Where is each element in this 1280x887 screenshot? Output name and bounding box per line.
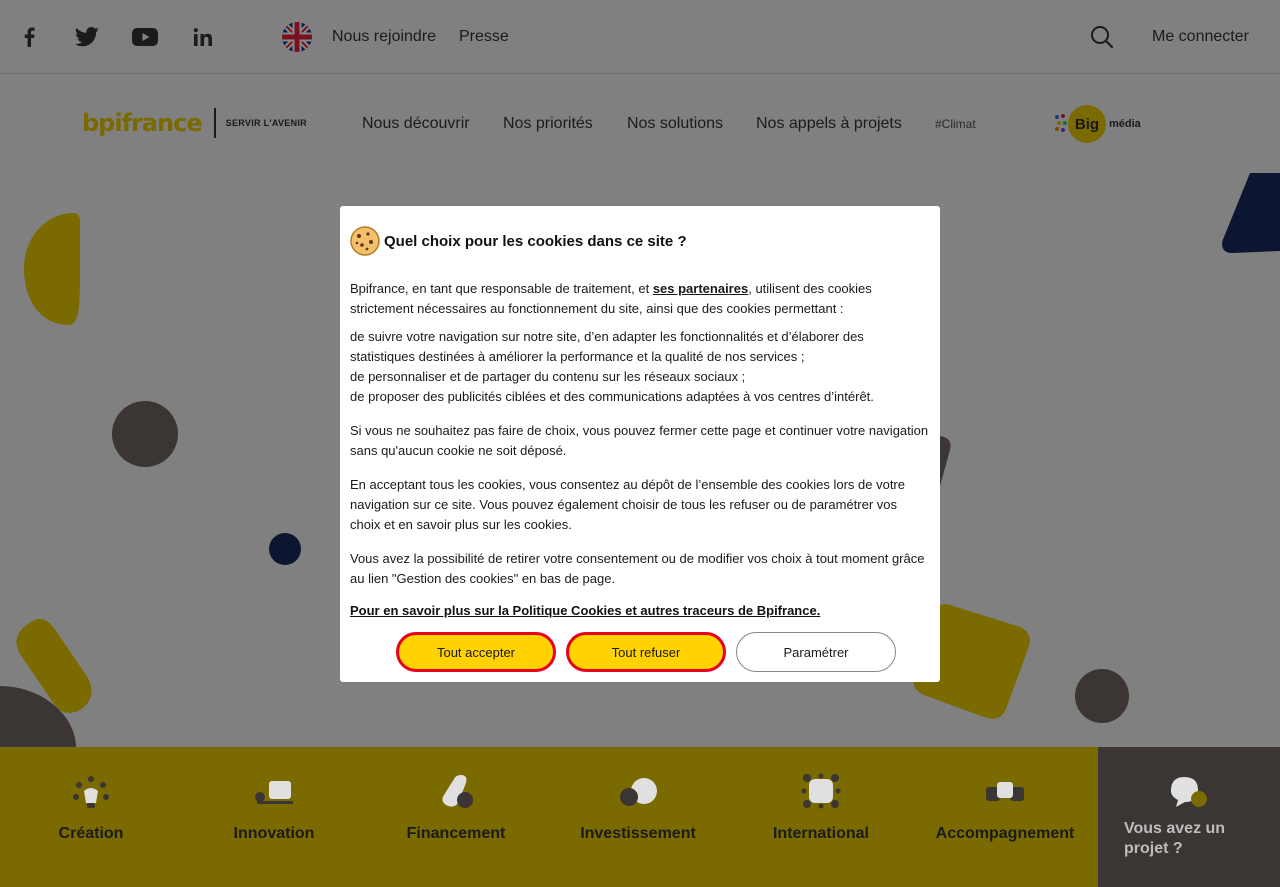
lightbulb-icon <box>73 776 109 808</box>
bottom-theme-bar: Création Innovation Financement Investis… <box>0 747 1280 887</box>
cookie-withdraw-info: Vous avez la possibilité de retirer votr… <box>350 551 925 586</box>
cookie-intro: Bpifrance, en tant que responsable de tr… <box>350 279 930 319</box>
cookie-buttons: Tout accepter Tout refuser Paramétrer <box>396 632 896 672</box>
investment-icon <box>620 778 657 806</box>
nav-item-climat[interactable]: #Climat <box>935 117 976 131</box>
logo-text: bpifrance <box>82 109 203 137</box>
login-link[interactable]: Me connecter <box>1152 28 1249 46</box>
theme-creation[interactable]: Création <box>0 773 182 843</box>
cookie-intro-start: Bpifrance, en tant que responsable de tr… <box>350 281 653 296</box>
support-icon <box>986 782 1024 801</box>
decor-dark-half-circle <box>0 686 76 748</box>
decor-dark-shard <box>1222 173 1280 253</box>
cookie-dialog-title: Quel choix pour les cookies dans ce site… <box>350 226 930 256</box>
cookie-purpose-stats: de suivre votre navigation sur notre sit… <box>350 329 864 364</box>
bigmedia-dots-icon <box>1055 114 1067 132</box>
twitter-icon[interactable] <box>74 24 100 50</box>
project-cta[interactable]: Vous avez un projet ? <box>1098 747 1280 887</box>
cookie-icon <box>350 226 380 256</box>
theme-investissement[interactable]: Investissement <box>547 773 729 843</box>
cookie-dialog-title-text: Quel choix pour les cookies dans ce site… <box>384 232 687 250</box>
theme-innovation[interactable]: Innovation <box>183 773 365 843</box>
youtube-icon[interactable] <box>132 24 158 50</box>
press-link[interactable]: Presse <box>459 28 509 46</box>
top-bar: Nous rejoindre Presse Me connecter <box>0 0 1280 74</box>
bigmedia-media: média <box>1109 118 1141 130</box>
theme-accompagnement-label: Accompagnement <box>935 825 1075 842</box>
logo-tagline: SERVIR L'AVENIR <box>225 118 307 128</box>
cookie-policy-link[interactable]: Pour en savoir plus sur la Politique Coo… <box>350 603 820 618</box>
search-icon[interactable] <box>1090 25 1114 49</box>
nav-item-calls[interactable]: Nos appels à projets <box>756 115 902 133</box>
cookie-purpose-ads: de proposer des publicités ciblées et de… <box>350 389 874 404</box>
nav-item-discover[interactable]: Nous découvrir <box>362 115 470 133</box>
nav-item-solutions[interactable]: Nos solutions <box>627 115 723 133</box>
decor-dark-circle <box>112 401 178 467</box>
international-icon <box>801 773 841 809</box>
innovation-icon <box>255 781 293 804</box>
cookie-no-choice-text: Si vous ne souhaitez pas faire de choix,… <box>350 423 929 458</box>
nav-item-priorities[interactable]: Nos priorités <box>503 115 593 133</box>
join-link[interactable]: Nous rejoindre <box>332 28 436 46</box>
theme-financement-label: Financement <box>406 825 506 842</box>
facebook-icon[interactable] <box>16 24 42 50</box>
settings-button[interactable]: Paramétrer <box>736 632 896 672</box>
theme-accompagnement[interactable]: Accompagnement <box>914 773 1096 843</box>
chat-bubbles-icon <box>1170 777 1207 807</box>
bpifrance-logo[interactable]: bpifrance SERVIR L'AVENIR <box>82 106 307 140</box>
theme-international-label: International <box>772 825 869 842</box>
uk-flag-icon[interactable] <box>282 22 312 52</box>
accept-all-button[interactable]: Tout accepter <box>396 632 556 672</box>
theme-investissement-label: Investissement <box>580 825 696 842</box>
refuse-all-button[interactable]: Tout refuser <box>566 632 726 672</box>
decor-half-circle-yellow <box>24 213 80 325</box>
bigmedia-logo[interactable]: Big média <box>1054 104 1141 144</box>
cookie-accept-info: En acceptant tous les cookies, vous cons… <box>350 477 905 532</box>
theme-financement[interactable]: Financement <box>365 773 547 843</box>
cookie-purpose-social: de personnaliser et de partager du conte… <box>350 369 746 384</box>
theme-creation-label: Création <box>58 825 124 842</box>
cookie-consent-dialog: Quel choix pour les cookies dans ce site… <box>340 206 940 682</box>
logo-separator <box>213 108 216 138</box>
theme-international[interactable]: International <box>730 773 912 843</box>
decor-dark-circle-right <box>1075 669 1129 723</box>
theme-innovation-label: Innovation <box>233 825 315 842</box>
decor-navy-dot <box>269 533 301 565</box>
partners-link[interactable]: ses partenaires <box>653 281 748 296</box>
linkedin-icon[interactable] <box>190 24 216 50</box>
project-cta-label: Vous avez un projet ? <box>1124 820 1226 857</box>
financing-icon <box>442 775 473 808</box>
bigmedia-big: Big <box>1068 105 1106 143</box>
